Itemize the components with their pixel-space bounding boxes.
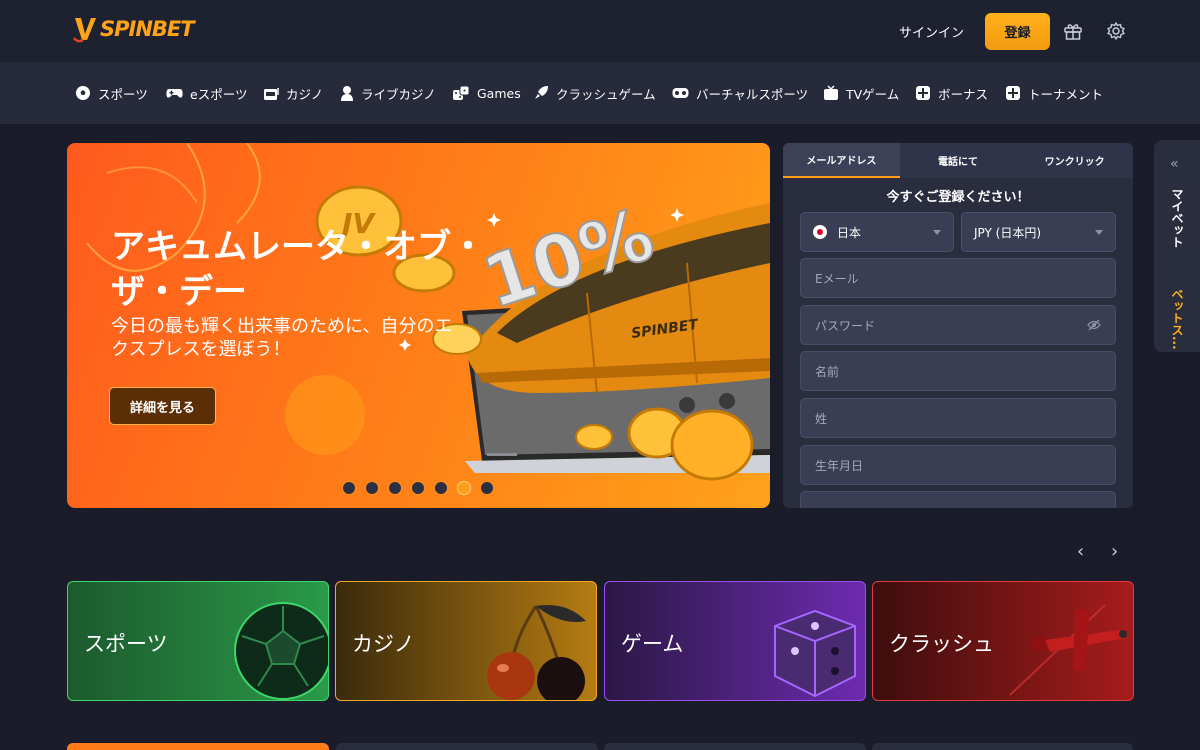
nav-item-label: スポーツ [98, 86, 148, 102]
gamepad-icon [166, 89, 183, 98]
extra-field[interactable] [800, 491, 1116, 508]
dice-icon [774, 609, 856, 698]
betslip-tab[interactable]: ベットス... [1168, 288, 1186, 350]
chevron-down-icon [933, 230, 941, 235]
birthdate-placeholder: 生年月日 [815, 458, 864, 473]
logo-text: SPINBET [100, 17, 195, 41]
category-label: ゲーム [621, 632, 684, 656]
category-card-games[interactable]: ゲーム [604, 581, 866, 701]
nav-item-casino[interactable]: カジノ [263, 62, 323, 124]
category-label: カジノ [352, 632, 415, 656]
promo-strip-1 [67, 743, 329, 750]
carousel-dot[interactable] [480, 481, 494, 495]
tournament-icon [1006, 86, 1020, 100]
nav-item-sports[interactable]: スポーツ [75, 62, 148, 124]
nav-item-tournaments[interactable]: トーナメント [1005, 62, 1103, 124]
soccer-ball-icon [234, 602, 328, 700]
chevron-left-icon[interactable]: ‹ [1077, 541, 1084, 562]
registration-title: 今すぐご登録ください！ [886, 190, 1030, 205]
last-name-placeholder: 姓 [815, 411, 828, 426]
category-label: スポーツ [84, 632, 168, 656]
dice-icon [453, 85, 470, 100]
main-nav: スポーツ eスポーツ カジノ ライブカジノ Games クラッシュゲーム バーチ… [0, 62, 1200, 124]
my-bets-tab[interactable]: マイベット [1168, 188, 1186, 248]
tv-icon [824, 85, 838, 100]
logo-mark-icon [73, 18, 96, 43]
first-name-field[interactable]: 名前 [800, 351, 1116, 391]
carousel-dot[interactable] [388, 481, 402, 495]
country-value: 日本 [837, 225, 862, 240]
nav-item-label: バーチャルスポーツ [696, 86, 809, 102]
signin-link[interactable]: サインイン [899, 22, 964, 41]
chevron-right-icon[interactable]: › [1111, 541, 1118, 562]
hero-title: アキュムレータ・オブ・ザ・デー [111, 227, 485, 312]
slot-machine-icon [264, 87, 279, 100]
nav-item-tv-games[interactable]: TVゲーム [823, 62, 899, 124]
nav-item-games[interactable]: Games [452, 62, 521, 124]
nav-item-label: ライブカジノ [361, 86, 436, 102]
register-button[interactable]: 登録 [985, 13, 1050, 50]
category-card-crash[interactable]: クラッシュ [872, 581, 1134, 701]
chevron-down-icon [1095, 230, 1103, 235]
betslip-side-panel: « マイベット ベットス... [1154, 140, 1200, 352]
gear-icon[interactable] [1106, 21, 1126, 41]
carousel-dot[interactable] [434, 481, 448, 495]
promo-strip-2 [336, 743, 598, 750]
email-placeholder: Eメール [815, 271, 859, 286]
nav-item-esports[interactable]: eスポーツ [166, 62, 247, 124]
nav-item-virtual-sports[interactable]: バーチャルスポーツ [672, 62, 808, 124]
airplane-icon [1009, 604, 1127, 696]
first-name-placeholder: 名前 [815, 364, 840, 379]
rocket-icon [535, 86, 548, 99]
hero-subtitle: 今日の最も輝く出来事のために、自分のエクスプレスを選ぼう！ [111, 316, 453, 360]
nav-item-label: TVゲーム [846, 86, 900, 102]
carousel-dot[interactable] [365, 481, 379, 495]
email-field[interactable]: Eメール [800, 258, 1116, 298]
birthdate-field[interactable]: 生年月日 [800, 445, 1116, 485]
currency-value: JPY (日本円) [974, 225, 1042, 240]
password-placeholder: パスワード [815, 318, 876, 333]
vr-headset-icon [672, 88, 689, 98]
country-select[interactable]: 日本 [800, 212, 954, 252]
nav-item-label: ボーナス [938, 86, 989, 102]
category-card-casino[interactable]: カジノ [335, 581, 597, 701]
promo-strip-3 [604, 743, 866, 750]
top-header: SPINBET サインイン 登録 [0, 0, 1200, 62]
japan-flag-icon [813, 225, 827, 239]
tab-phone[interactable]: 電話にて [900, 143, 1017, 178]
carousel-dots [342, 481, 494, 495]
hero-banner[interactable]: SPINBET 10% JV アキュムレータ・オブ・ザ・デー 今日の最も輝く出来… [67, 143, 770, 508]
registration-tabs: メールアドレス 電話にて ワンクリック [783, 143, 1133, 178]
collapse-icon[interactable]: « [1170, 156, 1179, 172]
spinbet-logo[interactable]: SPINBET [72, 14, 195, 44]
dealer-icon [341, 86, 353, 101]
soccer-ball-icon [76, 86, 90, 100]
nav-item-bonus[interactable]: ボーナス [915, 62, 988, 124]
nav-item-label: クラッシュゲーム [556, 86, 656, 102]
password-field[interactable]: パスワード [800, 305, 1116, 345]
nav-item-label: トーナメント [1028, 86, 1104, 102]
promo-strip-4 [872, 743, 1133, 750]
nav-item-label: Games [477, 85, 521, 101]
gift-icon[interactable] [1063, 21, 1083, 41]
category-card-sports[interactable]: スポーツ [67, 581, 329, 701]
nav-item-live-casino[interactable]: ライブカジノ [340, 62, 436, 124]
details-button[interactable]: 詳細を見る [109, 387, 216, 425]
currency-select[interactable]: JPY (日本円) [961, 212, 1116, 252]
bonus-icon [916, 86, 930, 100]
eye-off-icon[interactable] [1087, 319, 1101, 331]
nav-item-label: カジノ [286, 86, 324, 102]
tab-email[interactable]: メールアドレス [783, 143, 900, 178]
nav-item-label: eスポーツ [190, 86, 248, 102]
registration-panel: メールアドレス 電話にて ワンクリック 今すぐご登録ください！ 日本 JPY (… [783, 143, 1133, 508]
category-label: クラッシュ [889, 632, 994, 656]
last-name-field[interactable]: 姓 [800, 398, 1116, 438]
cherry-icon [487, 605, 586, 700]
carousel-dot[interactable] [342, 481, 356, 495]
tab-one-click[interactable]: ワンクリック [1016, 143, 1133, 178]
nav-item-crash-games[interactable]: クラッシュゲーム [533, 62, 656, 124]
carousel-dot[interactable] [411, 481, 425, 495]
carousel-dot[interactable] [457, 481, 471, 495]
